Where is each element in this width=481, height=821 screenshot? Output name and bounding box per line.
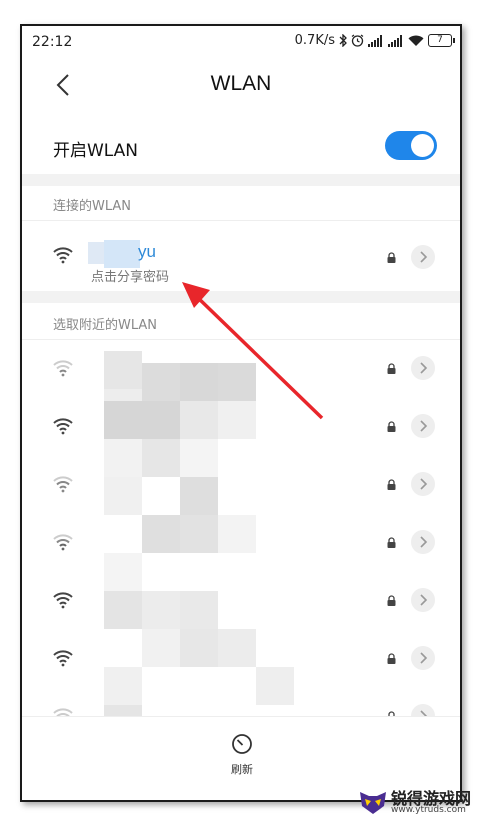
nearby-network-row[interactable] [22,629,460,687]
battery-icon: 7 [428,34,455,47]
nearby-network-row[interactable] [22,397,460,455]
bluetooth-icon [339,34,347,47]
wifi-status-icon [408,35,424,46]
wifi-weak-icon [53,476,73,493]
nearby-network-row[interactable] [22,513,460,571]
nearby-network-row[interactable] [22,571,460,629]
status-icons: 0.7K/s 7 [294,33,455,48]
watermark-url: www.ytruds.com [391,805,466,815]
share-password-hint[interactable]: 点击分享密码 [91,266,169,285]
wifi-strong-icon [53,650,73,667]
lock-icon [387,537,396,548]
network-details-button[interactable] [411,414,435,438]
wifi-strong-icon [53,247,73,264]
network-details-button[interactable] [411,356,435,380]
phone-screen: 22:12 0.7K/s 7 WLAN 开启WLAN 连接的WLAN yu 点击… [20,24,462,802]
connected-section-title: 连接的WLAN [53,199,132,214]
status-time: 22:12 [32,34,73,50]
watermark-logo-icon [360,792,386,814]
chevron-right-icon [420,594,428,606]
lock-icon [387,653,396,664]
network-details-button[interactable] [411,530,435,554]
nearby-network-row[interactable] [22,455,460,513]
alarm-icon [351,34,364,47]
status-bar: 22:12 0.7K/s 7 [22,26,460,58]
signal-icon-1 [368,34,382,47]
wifi-weak-icon [53,534,73,551]
network-details-button[interactable] [411,245,435,269]
wlan-toggle-label: 开启WLAN [53,141,139,161]
refresh-button[interactable]: 刷新 [222,733,262,783]
connected-network-row[interactable]: yu 点击分享密码 [22,228,460,286]
lock-icon [387,595,396,606]
wifi-strong-icon [53,592,73,609]
signal-icon-2 [388,34,402,47]
section-gap [22,291,460,303]
refresh-label: 刷新 [231,763,253,776]
network-speed: 0.7K/s [294,33,335,48]
wlan-toggle-switch[interactable] [385,131,437,160]
toggle-knob [411,134,434,157]
wifi-strong-icon [53,418,73,435]
page-title: WLAN [210,72,272,95]
refresh-icon [232,734,252,754]
lock-icon [387,479,396,490]
nearby-section-title: 选取附近的WLAN [53,318,158,333]
chevron-right-icon [420,251,428,263]
wlan-toggle-row[interactable]: 开启WLAN [22,126,460,174]
chevron-right-icon [420,536,428,548]
lock-icon [387,252,396,263]
ssid-redaction [104,240,140,268]
lock-icon [387,421,396,432]
title-bar: WLAN [22,64,460,108]
network-details-button[interactable] [411,472,435,496]
lock-icon [387,363,396,374]
divider [22,220,460,221]
chevron-right-icon [420,420,428,432]
chevron-right-icon [420,478,428,490]
section-gap [22,174,460,186]
chevron-right-icon [420,362,428,374]
network-details-button[interactable] [411,646,435,670]
chevron-right-icon [420,652,428,664]
nearby-network-row[interactable] [22,339,460,397]
nearby-network-row[interactable] [22,687,460,717]
network-details-button[interactable] [411,588,435,612]
wifi-weak-icon [53,360,73,377]
site-watermark: 锐得游戏网 www.ytruds.com [355,783,481,821]
connected-ssid: yu [138,242,156,261]
